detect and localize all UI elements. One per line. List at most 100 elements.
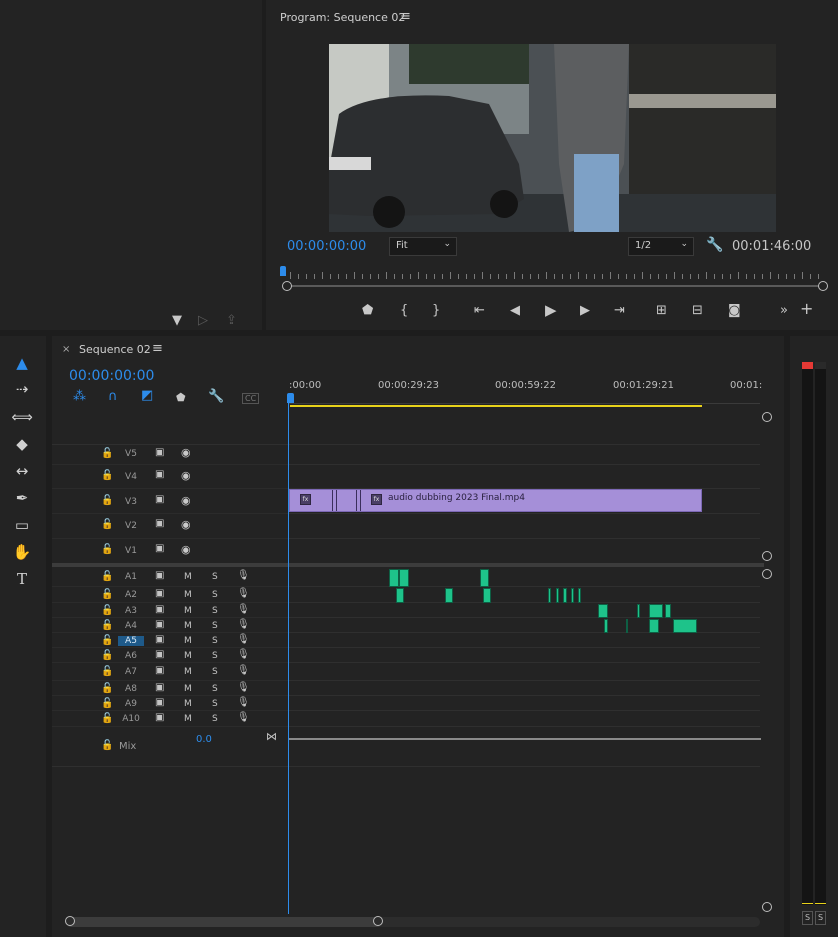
microphone-icon[interactable]: 🎙: [237, 682, 250, 693]
captions-icon[interactable]: CC: [242, 393, 260, 404]
timeline-timecode[interactable]: 00:00:00:00: [69, 368, 154, 384]
rectangle-tool-icon[interactable]: ▭: [10, 514, 34, 536]
track-name-a5[interactable]: A5: [118, 635, 144, 646]
track-lane-a1[interactable]: [288, 567, 760, 587]
razor-tool-icon[interactable]: ◆: [10, 433, 34, 455]
track-name-v3[interactable]: V3: [118, 497, 144, 507]
lock-icon[interactable]: 🔓: [101, 589, 113, 600]
step-forward-icon[interactable]: ▶: [580, 304, 590, 318]
audio-clip[interactable]: [396, 588, 404, 603]
audio-clip[interactable]: [483, 588, 491, 603]
play-icon[interactable]: ▶: [545, 303, 557, 318]
track-header-a10[interactable]: [52, 712, 288, 727]
track-header-a5[interactable]: [52, 634, 288, 648]
more-icon[interactable]: »: [780, 304, 788, 318]
clip-cut[interactable]: [336, 490, 337, 511]
mark-in-icon[interactable]: {: [400, 304, 408, 318]
microphone-icon[interactable]: 🎙: [237, 619, 250, 630]
export-frame-icon[interactable]: ◙: [728, 304, 741, 318]
type-tool-icon[interactable]: T: [10, 568, 34, 590]
track-header-mix[interactable]: [52, 728, 288, 767]
track-lane-v1[interactable]: [288, 539, 760, 564]
track-select-tool-icon[interactable]: ⇢: [10, 378, 34, 400]
track-name-v5[interactable]: V5: [118, 449, 144, 459]
solo-button[interactable]: S: [212, 621, 218, 631]
playhead-marker[interactable]: [280, 266, 286, 276]
mute-button[interactable]: M: [184, 572, 192, 582]
track-name-a6[interactable]: A6: [118, 651, 144, 661]
lock-icon[interactable]: 🔓: [101, 519, 113, 530]
track-name-a9[interactable]: A9: [118, 699, 144, 709]
mute-button[interactable]: M: [184, 714, 192, 724]
timeline-settings-icon[interactable]: 🔧: [208, 390, 224, 404]
audio-clip[interactable]: [604, 619, 608, 633]
add-marker-icon[interactable]: ⬟: [362, 304, 373, 318]
track-lane-a9[interactable]: [288, 697, 760, 711]
track-header-a4[interactable]: [52, 619, 288, 633]
microphone-icon[interactable]: 🎙: [237, 634, 250, 645]
sync-lock-icon[interactable]: ▣: [155, 649, 164, 660]
sync-lock-icon[interactable]: ▣: [155, 619, 164, 630]
selection-tool-icon[interactable]: ▲: [10, 352, 34, 374]
track-header-a7[interactable]: [52, 664, 288, 681]
linked-selection-icon[interactable]: ◩: [141, 389, 153, 403]
vertical-scroll-handle-top[interactable]: [762, 412, 772, 422]
sync-lock-icon[interactable]: ▣: [155, 588, 164, 599]
lock-icon[interactable]: 🔓: [101, 683, 113, 694]
track-lane-a2[interactable]: [288, 588, 760, 603]
solo-button[interactable]: S: [212, 636, 218, 646]
pen-tool-icon[interactable]: ✒: [10, 487, 34, 509]
program-title[interactable]: Program: Sequence 02: [280, 11, 405, 24]
sync-lock-icon[interactable]: ▣: [155, 665, 164, 676]
sync-lock-icon[interactable]: ▣: [155, 682, 164, 693]
audio-clip[interactable]: [548, 588, 551, 603]
vertical-scroll-handle-bottom[interactable]: [762, 551, 772, 561]
track-name-a4[interactable]: A4: [118, 621, 144, 631]
solo-button[interactable]: S: [212, 667, 218, 677]
vertical-scroll-handle-bottom[interactable]: [762, 902, 772, 912]
track-header-a8[interactable]: [52, 682, 288, 696]
playhead-line[interactable]: [288, 403, 289, 914]
solo-right-button[interactable]: S: [815, 911, 826, 925]
work-area-bar[interactable]: [290, 405, 702, 407]
clip-indicator-right[interactable]: [815, 362, 826, 369]
lock-icon[interactable]: 🔓: [101, 666, 113, 677]
panel-menu-icon[interactable]: ≡: [400, 10, 411, 24]
mute-button[interactable]: M: [184, 651, 192, 661]
eye-icon[interactable]: ◉: [181, 543, 191, 556]
scroll-handle-right[interactable]: [373, 916, 383, 926]
go-to-end-icon[interactable]: ⋈: [266, 730, 277, 744]
close-tab-icon[interactable]: ×: [62, 344, 70, 355]
mute-button[interactable]: M: [184, 636, 192, 646]
track-lane-v5[interactable]: [288, 445, 760, 465]
audio-clip[interactable]: [626, 619, 628, 633]
lock-icon[interactable]: 🔓: [101, 470, 113, 481]
microphone-icon[interactable]: 🎙: [237, 570, 250, 581]
track-header-a3[interactable]: [52, 604, 288, 618]
panel-menu-icon[interactable]: ≡: [152, 342, 163, 356]
program-timecode[interactable]: 00:00:00:00: [287, 239, 366, 254]
time-ruler[interactable]: [288, 393, 760, 404]
lock-icon[interactable]: 🔓: [101, 698, 113, 709]
filter-icon[interactable]: ▼: [172, 314, 182, 328]
button-editor-icon[interactable]: +: [800, 301, 813, 317]
zoom-handle-left[interactable]: [282, 281, 292, 291]
audio-clip[interactable]: [480, 569, 489, 587]
resolution-dropdown[interactable]: 1/2 ⌄: [628, 237, 694, 256]
lift-icon[interactable]: ⊞: [656, 304, 667, 318]
audio-clip[interactable]: [563, 588, 567, 603]
track-lane-a3[interactable]: [288, 604, 760, 618]
track-lane-a6[interactable]: [288, 649, 760, 663]
solo-left-button[interactable]: S: [802, 911, 813, 925]
step-back-icon[interactable]: ◀: [510, 304, 520, 318]
eye-icon[interactable]: ◉: [181, 494, 191, 507]
lock-icon[interactable]: 🔓: [101, 495, 113, 506]
solo-button[interactable]: S: [212, 572, 218, 582]
audio-clip[interactable]: [665, 604, 671, 618]
mute-button[interactable]: M: [184, 621, 192, 631]
scrub-ruler[interactable]: [282, 266, 824, 280]
track-lane-v2[interactable]: [288, 514, 760, 539]
lock-icon[interactable]: 🔓: [101, 740, 113, 751]
mute-button[interactable]: M: [184, 590, 192, 600]
mix-volume-line[interactable]: [289, 738, 761, 740]
